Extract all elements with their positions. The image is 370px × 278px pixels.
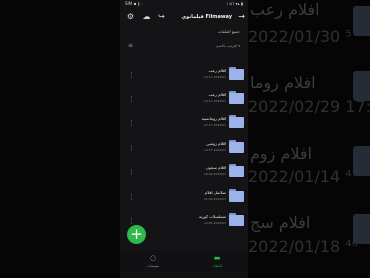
ghost-time: 2022/01/18 ⁴⁰ <box>248 237 359 256</box>
folder-name: سلاسل افلام <box>204 190 226 195</box>
folder-icon <box>229 115 244 128</box>
upload-icon[interactable]: ☁ <box>142 12 151 21</box>
more-options-icon[interactable]: ⋮ <box>128 119 135 127</box>
sort-dropdown[interactable]: الترتيب بالاسم ▾ <box>216 44 240 48</box>
folder-icon <box>229 91 244 104</box>
page-title: فيلمانوي Filmaway <box>181 14 232 20</box>
ghost-folder-icon <box>353 6 370 36</box>
list-item[interactable]: ⋮ افلام سجون 16:40 2022/01 <box>120 163 248 185</box>
arrow-right-icon[interactable]: → <box>238 12 245 21</box>
folder-name: افلام رعب <box>208 92 226 97</box>
ghost-name: افلام زوم <box>250 144 312 163</box>
nav-item-files[interactable]: ▬ الملفات <box>207 254 227 268</box>
settings-icon[interactable]: ⚙ <box>126 12 135 21</box>
more-options-icon[interactable]: ⋮ <box>128 144 135 152</box>
folder-date: 16:40 2022/01 <box>203 172 226 176</box>
folder-icon <box>229 189 244 202</box>
status-bar: SIM ▪ 𝄞 ◦ ١:٥٦ ▾▴ ▮ <box>122 1 246 7</box>
folder-icon <box>229 140 244 153</box>
nav-item-chats[interactable]: ◌ مؤسسات <box>143 254 163 268</box>
top-bar: ⚙ ☁ ↪ فيلمانوي Filmaway → <box>120 10 248 26</box>
list-item[interactable]: ⋮ افلام زومبي 14:17 2022/01 <box>120 139 248 161</box>
list-item[interactable]: ⋮ افلام رومانسية 17:17 2022/01 <box>120 114 248 136</box>
folder-icon <box>229 213 244 226</box>
more-options-icon[interactable]: ⋮ <box>128 71 135 79</box>
ghost-time: 2022/01/30 ⁵ <box>248 27 352 46</box>
folder-date: 17:17 2022/01 <box>203 123 226 127</box>
nav-label: الملفات <box>212 264 222 268</box>
status-left: SIM ▪ 𝄞 ◦ <box>125 1 144 6</box>
ghost-time: 2022/02/29 17:⁰² <box>248 97 370 116</box>
folder-date: 11:30 2022/01 <box>203 197 226 201</box>
background-right: افلام رعب 2022/01/30 ⁵ افلام روما 2022/0… <box>248 0 370 278</box>
ghost-name: افلام روما <box>250 73 316 92</box>
folder-name: مسلسلات كورية <box>198 214 226 219</box>
add-button[interactable]: + <box>127 225 146 244</box>
list-item[interactable]: ⋮ افلام رعب 14:11 2022/01 <box>120 66 248 88</box>
phone-screen: SIM ▪ 𝄞 ◦ ١:٥٦ ▾▴ ▮ ⚙ ☁ ↪ فيلمانوي Filma… <box>120 0 248 278</box>
ghost-name: افلام رعب <box>250 0 320 19</box>
share-icon[interactable]: ↪ <box>157 12 166 21</box>
folder-date: 13:45 2022/01 <box>203 221 226 225</box>
folder-icon <box>229 67 244 80</box>
nav-label: مؤسسات <box>146 264 160 268</box>
folder-date: 14:11 2022/01 <box>203 99 226 103</box>
folder-icon: ▬ <box>213 254 221 262</box>
folder-date: 14:11 2022/01 <box>203 75 226 79</box>
list-item[interactable]: ⋮ افلام رعب 14:11 2022/01 <box>120 90 248 112</box>
folder-icon <box>229 164 244 177</box>
folder-name: افلام سجون <box>205 165 226 170</box>
folder-name: افلام رومانسية <box>201 116 226 121</box>
list-item[interactable]: ⋮ سلاسل افلام 11:30 2022/01 <box>120 188 248 210</box>
more-options-icon[interactable]: ⋮ <box>128 95 135 103</box>
more-options-icon[interactable]: ⋮ <box>128 168 135 176</box>
breadcrumb[interactable]: جميع الملفات <box>218 29 240 34</box>
folder-name: افلام زومبي <box>206 141 226 146</box>
more-options-icon[interactable]: ⋮ <box>128 193 135 201</box>
more-options-icon[interactable]: ⋮ <box>128 217 135 225</box>
status-right: ١:٥٦ ▾▴ ▮ <box>226 1 243 6</box>
list-options-icon[interactable]: ≡ <box>128 42 133 49</box>
background-left <box>0 0 120 278</box>
ghost-name: افلام سج <box>250 213 311 232</box>
bottom-nav: ◌ مؤسسات ▬ الملفات <box>120 250 248 278</box>
folder-name: افلام رعب <box>208 68 226 73</box>
folder-date: 14:17 2022/01 <box>203 148 226 152</box>
chat-icon: ◌ <box>149 254 157 262</box>
ghost-time: 2022/01/14 ⁴⁷ <box>248 167 359 186</box>
